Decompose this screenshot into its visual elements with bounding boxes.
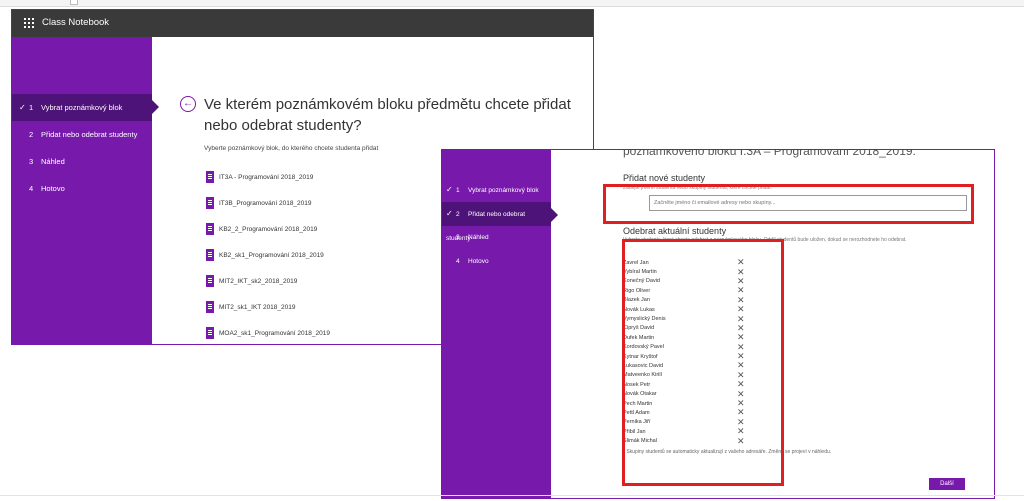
notebook-item[interactable]: MOA2_sk1_Programování 2018_2019 bbox=[206, 320, 330, 344]
notebook-icon bbox=[206, 249, 214, 261]
notebook-icon bbox=[206, 197, 214, 209]
step-number: 1 bbox=[29, 103, 34, 112]
wizard-sidebar: ✓ 1 Vybrat poznámkový blok 2 Přidat nebo ode… bbox=[12, 37, 159, 344]
highlight-box-add-students bbox=[603, 184, 974, 224]
highlight-box-remove-students bbox=[622, 239, 784, 486]
checkmark-icon: ✓ bbox=[446, 185, 453, 194]
step-label: Vybrat poznámkový blok bbox=[468, 187, 539, 194]
wizard-step-3[interactable]: 3 Náhled bbox=[12, 148, 152, 175]
notebook-icon bbox=[206, 275, 214, 287]
step-label: Vybrat poznámkový blok bbox=[41, 103, 123, 112]
wizard-step-1[interactable]: ✓ 1 Vybrat poznámkový blok bbox=[442, 178, 551, 202]
notebook-icon bbox=[206, 327, 214, 339]
notebook-icon bbox=[206, 223, 214, 235]
step-number: 2 bbox=[29, 130, 34, 139]
app-launcher-icon[interactable] bbox=[24, 18, 34, 28]
step-label: Hotovo bbox=[468, 258, 489, 265]
wizard-step-2[interactable]: 2 Přidat nebo odebrat studenty bbox=[12, 121, 152, 148]
notebook-name: MIT2_sk1_IKT 2018_2019 bbox=[219, 303, 296, 311]
notebook-item[interactable]: KB2_sk1_Programování 2018_2019 bbox=[206, 242, 330, 268]
wizard-steps: ✓ 1 Vybrat poznámkový blok 2 Přidat nebo ode… bbox=[12, 94, 159, 202]
notebook-name: MIT2_IKT_sk2_2018_2019 bbox=[219, 277, 298, 285]
step-number: 3 bbox=[29, 157, 34, 166]
page-title: Ve kterém poznámkovém bloku předmětu chc… bbox=[204, 96, 571, 134]
step-number: 4 bbox=[456, 258, 460, 265]
step-number: 3 bbox=[456, 234, 460, 241]
step-label: Přidat nebo odebrat studenty bbox=[41, 130, 138, 139]
next-button[interactable]: Další bbox=[929, 478, 965, 490]
wizard-step-1[interactable]: ✓ 1 Vybrat poznámkový blok bbox=[12, 94, 159, 121]
top-marker bbox=[70, 0, 78, 5]
page-subtitle: Vyberte poznámkový blok, do kterého chce… bbox=[204, 145, 379, 152]
notebook-item[interactable]: MIT2_sk1_IKT 2018_2019 bbox=[206, 294, 330, 320]
notebook-list: IT3A - Programování 2018_2019 IT3B_Progra… bbox=[206, 164, 330, 344]
wizard-step-2[interactable]: ✓ 2 Přidat nebo odebrat studenty bbox=[442, 202, 558, 242]
back-arrow-circle-icon[interactable]: ← bbox=[180, 96, 196, 112]
notebook-icon bbox=[206, 301, 214, 313]
checkmark-icon: ✓ bbox=[446, 209, 453, 218]
step-number: 2 bbox=[456, 211, 460, 218]
notebook-name: IT3B_Programování 2018_2019 bbox=[219, 199, 312, 207]
notebook-item[interactable]: IT3A - Programování 2018_2019 bbox=[206, 164, 330, 190]
top-strip bbox=[0, 0, 1024, 7]
step-number: 4 bbox=[29, 184, 34, 193]
remove-students-title: Odebrat aktuální studenty bbox=[623, 226, 727, 236]
step-label: Náhled bbox=[41, 157, 65, 166]
title-bar: Class Notebook bbox=[12, 10, 593, 37]
checkmark-icon: ✓ bbox=[19, 103, 26, 112]
wizard-step-4[interactable]: 4 Hotovo bbox=[12, 175, 152, 202]
notebook-name: KB2_2_Programování 2018_2019 bbox=[219, 225, 318, 233]
notebook-icon bbox=[206, 171, 214, 183]
add-students-title: Přidat nové studenty bbox=[623, 173, 706, 183]
bottom-divider bbox=[0, 495, 1024, 496]
wizard-steps: ✓ 1 Vybrat poznámkový blok ✓ 2 Přidat nebo od… bbox=[442, 178, 558, 274]
wizard-step-4[interactable]: 4 Hotovo bbox=[442, 250, 551, 274]
app-title: Class Notebook bbox=[42, 17, 110, 28]
step-label: Hotovo bbox=[41, 184, 65, 193]
page-title: poznámkového bloku I.3A – Programování 2… bbox=[623, 149, 916, 158]
notebook-name: KB2_sk1_Programování 2018_2019 bbox=[219, 251, 324, 259]
step-label: Náhled bbox=[468, 234, 489, 241]
step-number: 1 bbox=[456, 187, 460, 194]
wizard-sidebar: ✓ 1 Vybrat poznámkový blok ✓ 2 Přidat nebo od… bbox=[442, 150, 558, 498]
notebook-item[interactable]: KB2_2_Programování 2018_2019 bbox=[206, 216, 330, 242]
notebook-item[interactable]: MIT2_IKT_sk2_2018_2019 bbox=[206, 268, 330, 294]
wizard-step-3[interactable]: 3 Náhled bbox=[442, 226, 551, 250]
notebook-name: MOA2_sk1_Programování 2018_2019 bbox=[219, 329, 330, 337]
notebook-item[interactable]: IT3B_Programování 2018_2019 bbox=[206, 190, 330, 216]
notebook-name: IT3A - Programování 2018_2019 bbox=[219, 173, 314, 181]
